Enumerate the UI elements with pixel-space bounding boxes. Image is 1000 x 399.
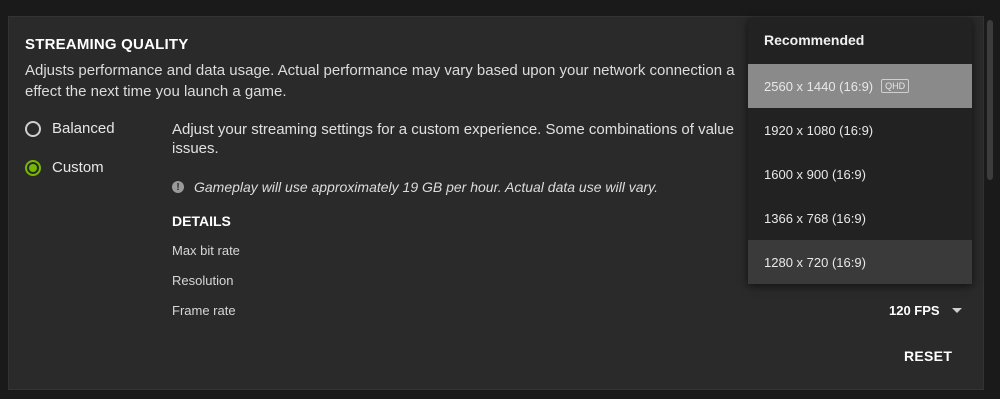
data-usage-notice-text: Gameplay will use approximately 19 GB pe… — [194, 179, 659, 195]
resolution-option-label: 1280 x 720 (16:9) — [764, 254, 866, 270]
frame-rate-label: Frame rate — [172, 303, 236, 318]
details-heading: DETAILS — [172, 213, 231, 229]
radio-custom-label: Custom — [52, 159, 104, 176]
resolution-label: Resolution — [172, 273, 234, 288]
qhd-badge: QHD — [881, 79, 910, 93]
resolution-option-label: 1600 x 900 (16:9) — [764, 166, 866, 182]
resolution-dropdown: Recommended 2560 x 1440 (16:9) QHD 1920 … — [748, 18, 972, 284]
data-usage-notice: ! Gameplay will use approximately 19 GB … — [172, 179, 658, 195]
chevron-down-icon — [951, 308, 962, 313]
custom-description-line1: Adjust your streaming settings for a cus… — [172, 121, 734, 138]
resolution-option[interactable]: 1366 x 768 (16:9) — [748, 196, 972, 240]
section-description-line1: Adjusts performance and data usage. Actu… — [25, 62, 735, 79]
max-bit-rate-label: Max bit rate — [172, 243, 240, 258]
resolution-option-label: 1920 x 1080 (16:9) — [764, 122, 874, 138]
resolution-option[interactable]: 1920 x 1080 (16:9) — [748, 108, 972, 152]
reset-button[interactable]: RESET — [904, 348, 952, 364]
resolution-option-label: 2560 x 1440 (16:9) — [764, 78, 874, 94]
resolution-option[interactable]: 2560 x 1440 (16:9) QHD — [748, 64, 972, 108]
page-scrollbar[interactable] — [987, 20, 993, 180]
resolution-option-label: 1366 x 768 (16:9) — [764, 210, 866, 226]
dropdown-header: Recommended — [764, 32, 865, 48]
info-icon: ! — [172, 181, 184, 193]
frame-rate-select[interactable]: 120 FPS — [889, 303, 962, 318]
radio-balanced-label: Balanced — [52, 120, 115, 137]
section-title: STREAMING QUALITY — [25, 36, 189, 53]
resolution-option[interactable]: 1600 x 900 (16:9) — [748, 152, 972, 196]
radio-balanced[interactable]: Balanced — [25, 120, 115, 137]
resolution-option[interactable]: 1280 x 720 (16:9) — [748, 240, 972, 284]
radio-custom[interactable]: Custom — [25, 159, 104, 176]
radio-unchecked-icon — [25, 120, 41, 137]
section-description-line2: effect the next time you launch a game. — [25, 83, 287, 100]
radio-checked-icon — [25, 159, 41, 176]
frame-rate-value: 120 FPS — [889, 303, 940, 318]
custom-description-line2: issues. — [172, 140, 219, 157]
